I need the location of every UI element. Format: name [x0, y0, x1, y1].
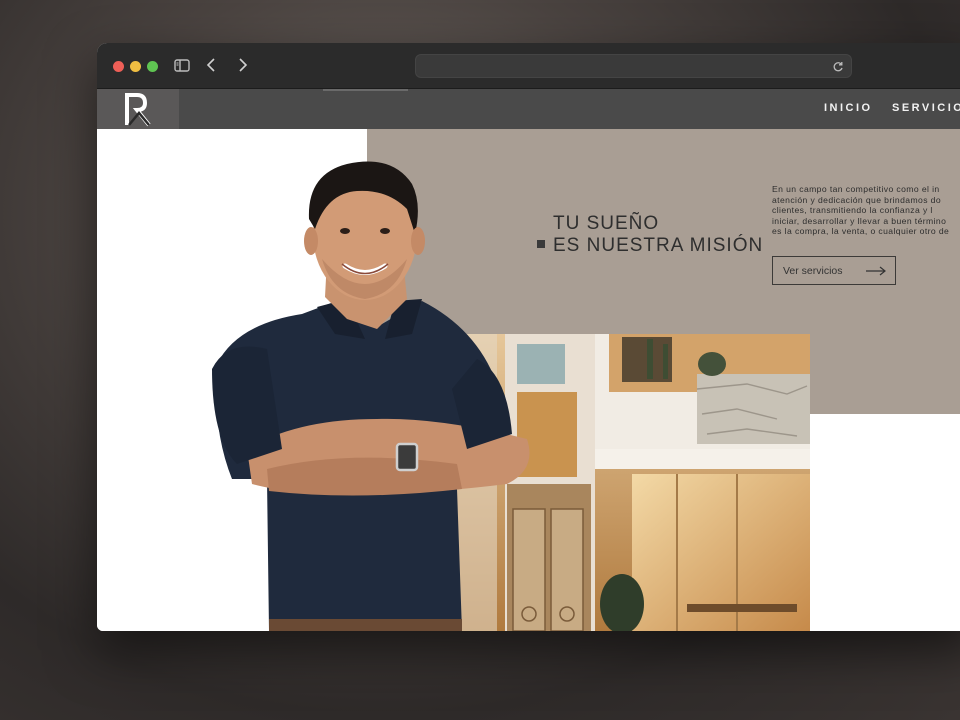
minimize-window-button[interactable] — [130, 61, 141, 72]
browser-titlebar — [97, 43, 960, 89]
forward-arrow-icon[interactable] — [233, 56, 253, 76]
site-navbar: INICIO SERVICIOS — [97, 89, 960, 129]
back-arrow-icon[interactable] — [203, 56, 223, 76]
logo-mark-icon — [125, 93, 151, 127]
paragraph-line: atención y dedicación que brindamos do — [772, 194, 942, 205]
cta-label: Ver servicios — [783, 265, 843, 277]
nav-item-inicio[interactable]: INICIO — [824, 102, 873, 114]
hero-section: TU SUEÑO ES NUESTRA MISIÓN En un campo t… — [97, 129, 960, 631]
maximize-window-button[interactable] — [147, 61, 158, 72]
address-bar[interactable] — [415, 54, 852, 78]
close-window-button[interactable] — [113, 61, 124, 72]
nav-item-servicios[interactable]: SERVICIOS — [892, 102, 960, 114]
headline-line-1: TU SUEÑO — [553, 213, 660, 234]
reload-icon[interactable] — [831, 59, 845, 73]
arrow-right-icon — [866, 266, 886, 276]
ver-servicios-button[interactable]: Ver servicios — [772, 256, 896, 285]
site-logo[interactable] — [97, 89, 179, 129]
paragraph-line: es la compra, la venta, o cualquier otro… — [772, 226, 950, 236]
headline-line-2: ES NUESTRA MISIÓN — [553, 235, 764, 256]
sidebar-icon[interactable] — [173, 56, 193, 76]
paragraph-line: clientes, transmitiendo la confianza y l — [772, 205, 933, 215]
paragraph-line: iniciar, desarrollar y llevar a buen tér… — [772, 215, 947, 226]
hero-paragraph: En un campo tan competitivo como el in a… — [772, 184, 960, 237]
hero-headline: TU SUEÑO ES NUESTRA MISIÓN — [553, 213, 763, 257]
paragraph-line: En un campo tan competitivo como el in — [772, 184, 940, 194]
browser-window: INICIO SERVICIOS — [97, 43, 960, 631]
nav-divider — [323, 89, 408, 91]
person-photo — [212, 161, 530, 631]
